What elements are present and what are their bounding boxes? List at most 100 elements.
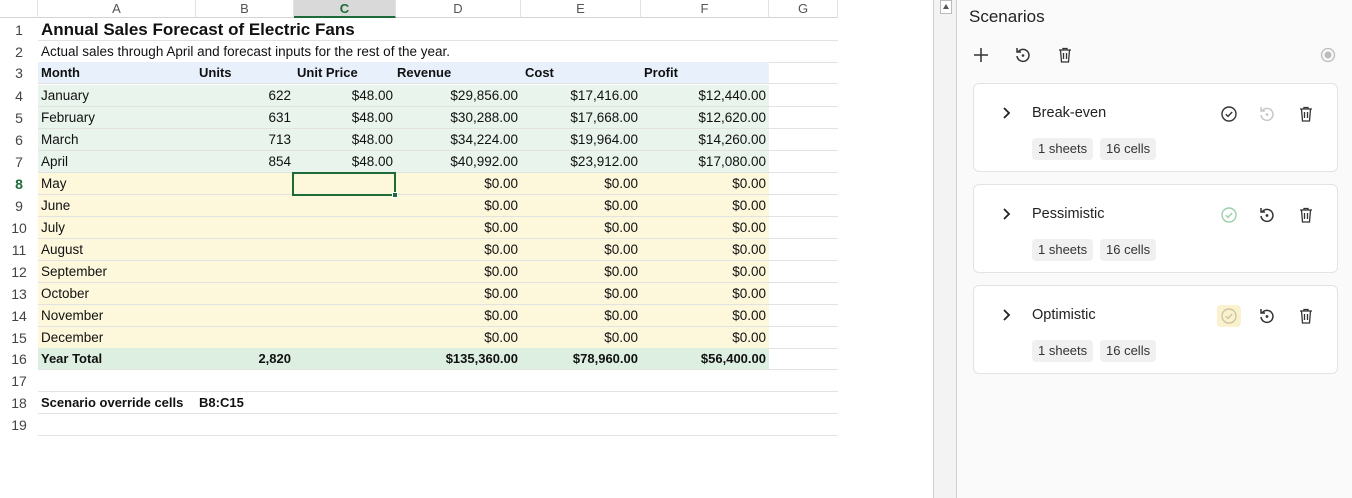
cell-a18[interactable]: Scenario override cells: [38, 392, 196, 414]
column-header-a[interactable]: A: [38, 0, 196, 18]
select-all-corner[interactable]: [0, 0, 38, 18]
cell-a13[interactable]: October: [38, 283, 196, 305]
cell-e7[interactable]: $23,912.00: [521, 151, 641, 173]
cell-e8[interactable]: $0.00: [521, 173, 641, 195]
row-header-18[interactable]: 18: [0, 392, 38, 414]
cell-f7[interactable]: $17,080.00: [641, 151, 769, 173]
cell-e12[interactable]: $0.00: [521, 261, 641, 283]
apply-scenario-check-icon[interactable]: [1217, 103, 1241, 125]
cell-d9[interactable]: $0.00: [396, 195, 521, 217]
row-header-2[interactable]: 2: [0, 41, 38, 63]
cell-e16[interactable]: $78,960.00: [521, 348, 641, 370]
add-scenario-button[interactable]: [968, 42, 994, 68]
cell-a2[interactable]: Actual sales through April and forecast …: [38, 41, 738, 63]
cell-f4[interactable]: $12,440.00: [641, 85, 769, 107]
column-header-c[interactable]: C: [294, 0, 396, 18]
column-header-e[interactable]: E: [521, 0, 641, 18]
cell-b16[interactable]: 2,820: [196, 348, 294, 370]
row-header-14[interactable]: 14: [0, 305, 38, 327]
scenario-card[interactable]: Break-even 1 sheets 16 cells: [973, 83, 1338, 172]
cell-e9[interactable]: $0.00: [521, 195, 641, 217]
cell-e11[interactable]: $0.00: [521, 239, 641, 261]
cell-a9[interactable]: June: [38, 195, 196, 217]
delete-scenario-trash-icon[interactable]: [1294, 103, 1318, 125]
cell-f15[interactable]: $0.00: [641, 327, 769, 349]
cell-e15[interactable]: $0.00: [521, 327, 641, 349]
row-header-15[interactable]: 15: [0, 327, 38, 349]
active-cell-c8[interactable]: [292, 172, 398, 198]
row-header-5[interactable]: 5: [0, 107, 38, 129]
cell-b7[interactable]: 854: [196, 151, 294, 173]
cell-a7[interactable]: April: [38, 151, 196, 173]
cell-f5[interactable]: $12,620.00: [641, 107, 769, 129]
cell-d16[interactable]: $135,360.00: [396, 348, 521, 370]
chevron-right-icon[interactable]: [1000, 305, 1014, 325]
cell-a15[interactable]: December: [38, 327, 196, 349]
scenario-card[interactable]: Optimistic 1 sheets 16 cells: [973, 285, 1338, 374]
cell-b4[interactable]: 622: [196, 85, 294, 107]
column-header-d[interactable]: D: [396, 0, 521, 18]
cell-f16[interactable]: $56,400.00: [641, 348, 769, 370]
column-header-f[interactable]: F: [641, 0, 769, 18]
cell-f10[interactable]: $0.00: [641, 217, 769, 239]
panel-status-radio[interactable]: [1315, 42, 1341, 68]
cell-f11[interactable]: $0.00: [641, 239, 769, 261]
cell-d5[interactable]: $30,288.00: [396, 107, 521, 129]
cell-d10[interactable]: $0.00: [396, 217, 521, 239]
cell-f12[interactable]: $0.00: [641, 261, 769, 283]
cell-d12[interactable]: $0.00: [396, 261, 521, 283]
row-header-8[interactable]: 8: [0, 173, 38, 195]
row-header-17[interactable]: 17: [0, 370, 38, 392]
cell-e10[interactable]: $0.00: [521, 217, 641, 239]
cell-d3[interactable]: Revenue: [394, 62, 514, 84]
cell-e6[interactable]: $19,964.00: [521, 129, 641, 151]
cell-f3[interactable]: Profit: [641, 62, 761, 84]
cell-c4[interactable]: $48.00: [294, 85, 396, 107]
cell-a3[interactable]: Month: [38, 62, 158, 84]
cell-d7[interactable]: $40,992.00: [396, 151, 521, 173]
restore-scenario-button[interactable]: [1010, 42, 1036, 68]
row-header-7[interactable]: 7: [0, 151, 38, 173]
cell-e3[interactable]: Cost: [522, 62, 642, 84]
cell-f14[interactable]: $0.00: [641, 305, 769, 327]
row-header-19[interactable]: 19: [0, 414, 38, 436]
cell-d6[interactable]: $34,224.00: [396, 129, 521, 151]
row-header-1[interactable]: 1: [0, 19, 38, 41]
row-header-16[interactable]: 16: [0, 348, 38, 370]
scenario-card[interactable]: Pessimistic 1 sheets 16 cells: [973, 184, 1338, 273]
cell-e14[interactable]: $0.00: [521, 305, 641, 327]
cell-d11[interactable]: $0.00: [396, 239, 521, 261]
cell-d14[interactable]: $0.00: [396, 305, 521, 327]
apply-scenario-check-icon[interactable]: [1217, 305, 1241, 327]
cell-a6[interactable]: March: [38, 129, 196, 151]
cell-a8[interactable]: May: [38, 173, 196, 195]
cell-a1[interactable]: Annual Sales Forecast of Electric Fans: [38, 19, 638, 41]
fill-handle[interactable]: [392, 192, 398, 198]
panel-splitter[interactable]: [933, 0, 957, 498]
cell-a4[interactable]: January: [38, 85, 196, 107]
cell-b18[interactable]: B8:C15: [196, 392, 294, 414]
cell-d13[interactable]: $0.00: [396, 283, 521, 305]
cell-a10[interactable]: July: [38, 217, 196, 239]
restore-scenario-icon[interactable]: [1255, 305, 1279, 327]
chevron-right-icon[interactable]: [1000, 204, 1014, 224]
scroll-up-arrow-icon[interactable]: [940, 0, 952, 14]
delete-scenario-button[interactable]: [1052, 42, 1078, 68]
delete-scenario-trash-icon[interactable]: [1294, 204, 1318, 226]
row-header-10[interactable]: 10: [0, 217, 38, 239]
row-header-3[interactable]: 3: [0, 62, 38, 84]
row-header-6[interactable]: 6: [0, 129, 38, 151]
cell-f6[interactable]: $14,260.00: [641, 129, 769, 151]
cell-b6[interactable]: 713: [196, 129, 294, 151]
spreadsheet-grid[interactable]: A B C D E F G 1 Annual Sales Forecast of …: [0, 0, 838, 498]
cell-a12[interactable]: September: [38, 261, 196, 283]
cell-f8[interactable]: $0.00: [641, 173, 769, 195]
row-header-9[interactable]: 9: [0, 195, 38, 217]
cell-a16[interactable]: Year Total: [38, 348, 196, 370]
cell-d4[interactable]: $29,856.00: [396, 85, 521, 107]
cell-c7[interactable]: $48.00: [294, 151, 396, 173]
cell-e4[interactable]: $17,416.00: [521, 85, 641, 107]
row-header-11[interactable]: 11: [0, 239, 38, 261]
restore-scenario-icon[interactable]: [1255, 103, 1279, 125]
apply-scenario-check-icon[interactable]: [1217, 204, 1241, 226]
